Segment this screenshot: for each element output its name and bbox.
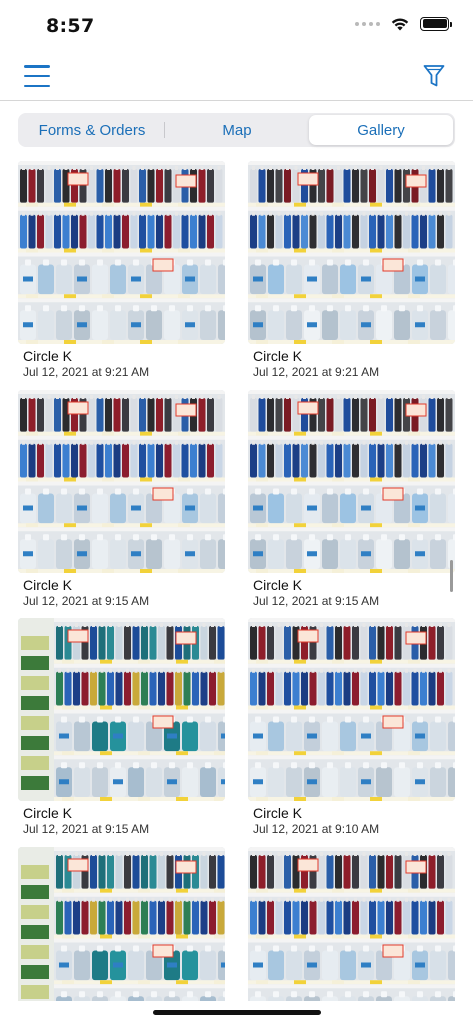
view-segmented-control: Forms & Orders Map Gallery (18, 113, 455, 147)
card-timestamp: Jul 12, 2021 at 9:21 AM (23, 365, 150, 379)
shelf-photo-illustration (18, 389, 225, 573)
photo-gallery-grid: Circle K Jul 12, 2021 at 9:21 AM Circle … (18, 161, 455, 1001)
shelf-photo[interactable] (18, 389, 225, 573)
gallery-card[interactable]: Circle K Jul 12, 2021 at 9:15 AM (18, 618, 225, 847)
home-indicator[interactable] (153, 1010, 321, 1015)
battery-icon (420, 16, 452, 31)
card-store-name: Circle K (253, 348, 303, 364)
filter-funnel-icon[interactable] (423, 64, 445, 88)
shelf-photo[interactable] (248, 618, 455, 801)
nav-bar (0, 50, 473, 101)
tab-map[interactable]: Map (165, 115, 309, 145)
tab-forms-orders[interactable]: Forms & Orders (20, 115, 164, 145)
shelf-photo-illustration (248, 618, 455, 801)
shelf-photo[interactable] (248, 389, 455, 573)
card-timestamp: Jul 12, 2021 at 9:15 AM (23, 593, 150, 608)
card-timestamp: Jul 12, 2021 at 9:15 AM (23, 822, 150, 836)
card-timestamp: Jul 12, 2021 at 9:10 AM (253, 822, 380, 836)
card-timestamp: Jul 12, 2021 at 9:15 AM (253, 593, 380, 608)
card-store-name: Circle K (23, 805, 73, 821)
card-store-name: Circle K (253, 576, 303, 593)
tab-gallery[interactable]: Gallery (309, 115, 453, 145)
status-bar: 8:57 (0, 0, 473, 50)
shelf-photo[interactable] (18, 618, 225, 801)
status-icons (355, 16, 452, 31)
scroll-indicator[interactable] (450, 560, 453, 592)
shelf-photo-illustration (248, 389, 455, 573)
hamburger-menu-icon[interactable] (24, 65, 50, 87)
card-store-name: Circle K (23, 576, 73, 593)
gallery-card[interactable]: Circle K Jul 12, 2021 at 9:15 AM (248, 389, 455, 619)
gallery-card[interactable]: Circle K Jul 12, 2021 at 9:21 AM (248, 161, 455, 390)
shelf-photo[interactable] (248, 161, 455, 344)
gallery-card[interactable]: Circle K Jul 12, 2021 at 9:21 AM (18, 161, 225, 390)
shelf-photo-illustration (248, 846, 455, 1001)
shelf-photo[interactable] (18, 161, 225, 344)
shelf-photo[interactable] (248, 846, 455, 1001)
shelf-photo[interactable] (18, 846, 225, 1001)
gallery-card[interactable]: Circle K Jul 12, 2021 at 9:10 AM (248, 618, 455, 847)
card-timestamp: Jul 12, 2021 at 9:21 AM (253, 365, 380, 379)
gallery-card[interactable] (18, 846, 225, 1001)
gallery-card[interactable] (248, 846, 455, 1001)
wifi-icon (391, 18, 409, 31)
shelf-photo-illustration (18, 618, 225, 801)
shelf-photo-illustration (18, 846, 225, 1001)
status-time: 8:57 (46, 15, 95, 37)
card-store-name: Circle K (23, 348, 73, 364)
shelf-photo-illustration (18, 161, 225, 344)
shelf-photo-illustration (248, 161, 455, 344)
signal-dots-icon (355, 21, 380, 26)
card-store-name: Circle K (253, 805, 303, 821)
gallery-card[interactable]: Circle K Jul 12, 2021 at 9:15 AM (18, 389, 225, 619)
